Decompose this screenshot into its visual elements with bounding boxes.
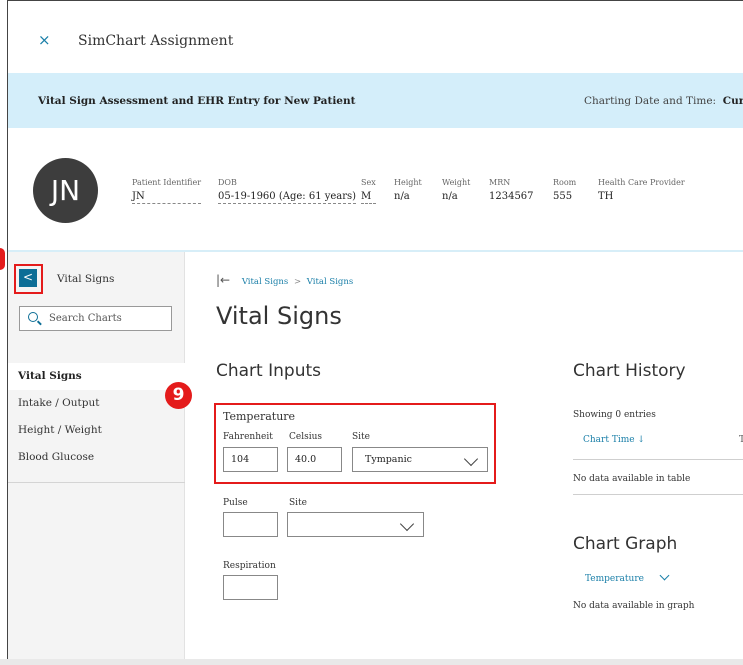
horizontal-scrollbar[interactable] [0, 659, 743, 665]
top-bar: × SimChart Assignment [8, 1, 743, 73]
chart-graph-heading: Chart Graph [573, 534, 678, 554]
sidebar-item-blood-glucose[interactable]: Blood Glucose [8, 444, 185, 471]
provider-label: Health Care Provider [598, 178, 685, 187]
height-value: n/a [394, 191, 410, 202]
sidebar-item-height-weight[interactable]: Height / Weight [8, 417, 185, 444]
provider-value: TH [598, 191, 614, 202]
charting-date-time: Charting Date and Time: Current D [584, 95, 743, 107]
entries-count: Showing 0 entries [573, 410, 656, 420]
height-label: Height [394, 178, 422, 187]
chevron-down-icon [399, 516, 415, 532]
dob-value[interactable]: 05-19-1960 (Age: 61 years) [218, 191, 357, 204]
celsius-label: Celsius [289, 432, 323, 442]
search-charts-input[interactable]: Search Charts [19, 306, 172, 331]
app-window: × SimChart Assignment Vital Sign Assessm… [7, 0, 743, 665]
patient-mrn: MRN 1234567 [489, 178, 534, 202]
page-title: Vital Signs [216, 302, 342, 330]
chevron-down-icon [463, 451, 479, 467]
breadcrumb-separator: > [293, 277, 302, 287]
sex-value[interactable]: M [361, 191, 376, 204]
patient-dob: DOB 05-19-1960 (Age: 61 years) [218, 178, 357, 204]
next-column-header[interactable]: T [739, 435, 743, 445]
mrn-value: 1234567 [489, 191, 534, 202]
patient-weight: Weight n/a [442, 178, 470, 202]
back-to-start-icon[interactable]: |← [216, 273, 230, 287]
sidebar-divider [8, 482, 185, 483]
collapse-back-button[interactable]: < [19, 269, 37, 287]
weight-value: n/a [442, 191, 458, 202]
chevron-left-icon: < [22, 270, 34, 284]
search-icon [28, 312, 38, 322]
breadcrumb-item-1[interactable]: Vital Signs [242, 277, 288, 287]
assignment-title: Vital Sign Assessment and EHR Entry for … [38, 95, 356, 107]
temperature-site-select[interactable]: Tympanic [352, 447, 488, 472]
pulse-input[interactable] [223, 512, 278, 537]
patient-identifier-value[interactable]: JN [132, 191, 202, 204]
annotation-marker-edge [0, 248, 5, 270]
breadcrumb: |← Vital Signs > Vital Signs [216, 273, 353, 287]
pulse-site-select[interactable] [287, 512, 424, 537]
pulse-label: Pulse [223, 498, 248, 508]
annotation-step-marker: 9 [165, 382, 192, 409]
temperature-label: Temperature [223, 410, 296, 423]
sidebar-item-vital-signs[interactable]: Vital Signs [8, 363, 185, 390]
history-table-divider [573, 494, 743, 495]
patient-header: JN Patient Identifier JN DOB 05-19-1960 … [8, 128, 743, 252]
app-title: SimChart Assignment [78, 33, 234, 49]
charting-date-label: Charting Date and Time: [584, 95, 717, 107]
celsius-input[interactable]: 40.0 [287, 447, 342, 472]
close-icon[interactable]: × [38, 31, 51, 49]
room-value: 555 [553, 191, 573, 202]
pulse-site-label: Site [289, 498, 307, 508]
graph-empty-message: No data available in graph [573, 601, 695, 611]
patient-room: Room 555 [553, 178, 576, 202]
room-label: Room [553, 178, 577, 187]
weight-label: Weight [442, 178, 471, 187]
fahrenheit-label: Fahrenheit [223, 432, 273, 442]
patient-sex: Sex M [361, 178, 376, 204]
temperature-site-label: Site [352, 432, 370, 442]
charting-date-value: Current D [722, 95, 743, 107]
history-header-divider [573, 459, 743, 460]
sidebar: < Vital Signs Search Charts Vital Signs … [8, 252, 185, 665]
assignment-banner: Vital Sign Assessment and EHR Entry for … [8, 73, 743, 128]
graph-metric-value: Temperature [585, 574, 644, 584]
history-empty-message: No data available in table [573, 474, 691, 484]
temperature-site-value: Tympanic [365, 454, 412, 465]
patient-height: Height n/a [394, 178, 422, 202]
patient-identifier: Patient Identifier JN [132, 178, 202, 204]
sidebar-title: Vital Signs [57, 273, 115, 285]
search-placeholder: Search Charts [49, 313, 122, 324]
patient-identifier-label: Patient Identifier [132, 178, 202, 187]
chart-inputs-heading: Chart Inputs [216, 361, 321, 381]
patient-provider: Health Care Provider TH [598, 178, 685, 202]
fahrenheit-input[interactable]: 104 [223, 447, 278, 472]
breadcrumb-item-2[interactable]: Vital Signs [307, 277, 353, 287]
chevron-down-icon [659, 570, 670, 581]
respiration-input[interactable] [223, 575, 278, 600]
chart-time-column-header[interactable]: Chart Time ↓ [583, 435, 645, 445]
graph-metric-dropdown[interactable]: Temperature [585, 570, 670, 584]
main-content: |← Vital Signs > Vital Signs Vital Signs… [186, 252, 743, 665]
sex-label: Sex [361, 178, 376, 187]
respiration-label: Respiration [223, 561, 276, 571]
avatar: JN [33, 158, 98, 223]
dob-label: DOB [218, 178, 237, 187]
chart-nav: Vital Signs Intake / Output Height / Wei… [8, 363, 185, 471]
mrn-label: MRN [489, 178, 511, 187]
chart-history-heading: Chart History [573, 361, 686, 381]
sidebar-item-intake-output[interactable]: Intake / Output [8, 390, 185, 417]
